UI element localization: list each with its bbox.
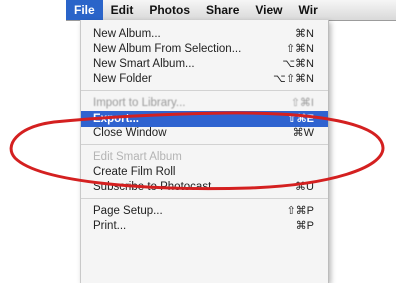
file-menu-dropdown: New Album... ⌘N New Album From Selection..… <box>80 20 329 283</box>
keyboard-shortcut: ⌘P <box>295 220 314 232</box>
menu-separator <box>81 144 328 145</box>
keyboard-shortcut: ⌘U <box>295 181 314 193</box>
menubar-item-wir[interactable]: Wir <box>291 0 326 20</box>
keyboard-shortcut: ⇧⌘I <box>290 97 314 109</box>
menubar-item-edit[interactable]: Edit <box>103 0 142 20</box>
menu-item-new-smart-album[interactable]: New Smart Album... ⌥⌘N <box>81 57 328 72</box>
menu-item-label: New Smart Album... <box>93 58 195 70</box>
menu-item-close-window[interactable]: Close Window ⌘W <box>81 126 328 141</box>
keyboard-shortcut: ⌘W <box>292 127 314 139</box>
menu-item-new-folder[interactable]: New Folder ⌥⇧⌘N <box>81 72 328 87</box>
menubar-item-file[interactable]: File <box>66 0 103 20</box>
keyboard-shortcut: ⌥⌘N <box>282 58 314 70</box>
menu-item-label: Create Film Roll <box>93 166 176 178</box>
menu-separator <box>81 198 328 199</box>
menubar-item-view[interactable]: View <box>247 0 290 20</box>
keyboard-shortcut: ⇧⌘E <box>287 113 314 125</box>
keyboard-shortcut: ⌥⇧⌘N <box>273 73 314 85</box>
menu-item-print[interactable]: Print... ⌘P <box>81 219 328 234</box>
menu-item-label: Import to Library... <box>93 97 186 109</box>
menubar-item-photos[interactable]: Photos <box>141 0 198 20</box>
menu-item-create-film-roll[interactable]: Create Film Roll <box>81 165 328 180</box>
menu-item-new-album[interactable]: New Album... ⌘N <box>81 27 328 42</box>
menu-item-label: New Album... <box>93 28 161 40</box>
menu-item-label: New Folder <box>93 73 152 85</box>
menu-item-label: Page Setup... <box>93 205 163 217</box>
menu-item-label: New Album From Selection... <box>93 43 242 55</box>
menu-item-subscribe-to-photocast[interactable]: Subscribe to Photocast... ⌘U <box>81 180 328 195</box>
screenshot-stage: File Edit Photos Share View Wir New Album... ⌘… <box>0 0 396 283</box>
menu-item-label: Close Window <box>93 127 167 139</box>
menu-item-label: Print... <box>93 220 127 232</box>
keyboard-shortcut: ⇧⌘N <box>285 43 314 55</box>
menu-item-export[interactable]: Export... ⇧⌘E <box>81 111 328 127</box>
keyboard-shortcut: ⇧⌘P <box>286 205 314 217</box>
menu-item-edit-smart-album: Edit Smart Album <box>81 150 328 165</box>
menu-bar: File Edit Photos Share View Wir <box>66 0 396 21</box>
keyboard-shortcut: ⌘N <box>295 28 314 40</box>
menu-item-label: Edit Smart Album <box>93 151 182 163</box>
menu-item-new-album-from-selection[interactable]: New Album From Selection... ⇧⌘N <box>81 42 328 57</box>
menu-item-label: Export... <box>93 113 140 125</box>
menu-item-label: Subscribe to Photocast... <box>93 181 221 193</box>
menubar-item-share[interactable]: Share <box>198 0 247 20</box>
menu-separator <box>81 90 328 91</box>
menu-item-page-setup[interactable]: Page Setup... ⇧⌘P <box>81 204 328 219</box>
menu-item-import-to-library[interactable]: Import to Library... ⇧⌘I <box>81 96 328 111</box>
